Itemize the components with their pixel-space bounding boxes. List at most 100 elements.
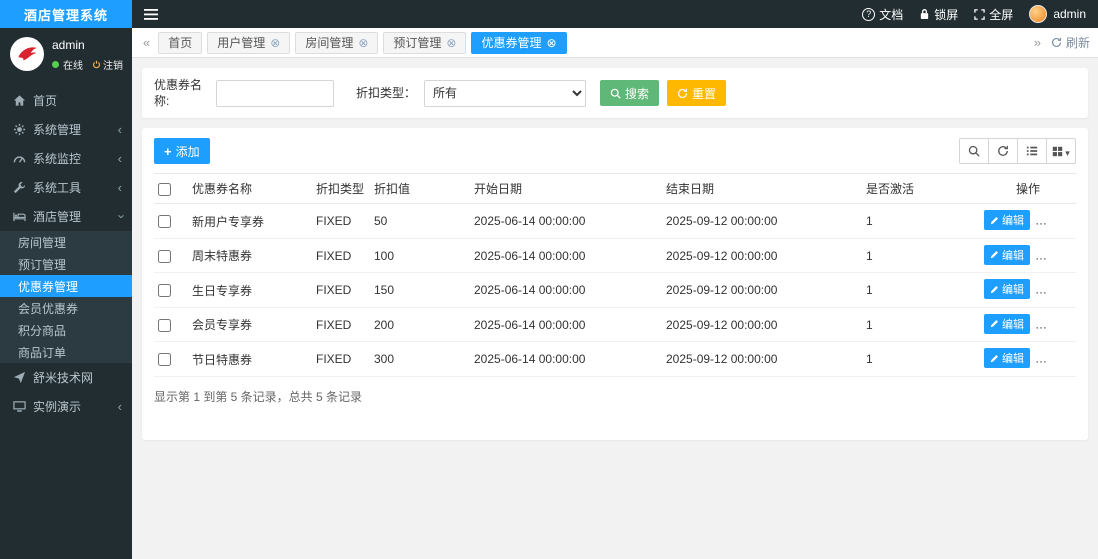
edit-button[interactable]: 编辑 [984,348,1030,369]
tab-room-management[interactable]: 房间管理 [295,31,379,54]
menu-label: 优惠券管理 [18,279,79,294]
sidebar-item-product-orders[interactable]: 商品订单 [0,341,132,363]
search-icon [968,146,980,157]
table-row: 周末特惠券 FIXED 100 2025-06-14 00:00:00 2025… [154,238,1076,274]
tab-close-icon[interactable] [358,37,368,49]
docs-label: 文档 [879,7,904,22]
sidebar-item-demo[interactable]: 实例演示 [0,392,132,421]
edit-button[interactable]: 编辑 [984,244,1030,265]
search-label: 搜索 [625,86,650,101]
tab-refresh-button[interactable]: 刷新 [1051,34,1090,51]
tab-home[interactable]: 首页 [158,31,203,54]
menu-label: 首页 [33,94,58,108]
tab-label: 预订管理 [393,36,442,50]
coupon-name-input[interactable] [216,79,334,107]
sidebar-item-system-tools[interactable]: 系统工具 [0,173,132,202]
sidebar-item-system-management[interactable]: 系统管理 [0,115,132,144]
edit-button[interactable]: 编辑 [984,210,1030,231]
cell-end-date: 2025-09-12 00:00:00 [662,307,862,343]
sidebar-item-reservation-management[interactable]: 预订管理 [0,253,132,275]
tab-coupon-management[interactable]: 优惠券管理 [471,31,567,54]
chevron-left-icon [118,181,122,194]
home-icon [12,94,26,107]
chevron-left-icon [118,400,122,413]
plus-icon [164,144,172,159]
delete-label: 删除 [1050,216,1073,229]
user-name: admin [52,38,85,52]
row-checkbox[interactable] [158,284,171,298]
coupon-table: 优惠券名称 折扣类型 折扣值 开始日期 结束日期 是否激活 操作 新用户专享券 [154,173,1076,377]
cell-end-date: 2025-09-12 00:00:00 [662,272,862,308]
main-area: 文档 锁屏 全屏 admin [132,0,1098,559]
hotel-submenu: 房间管理 预订管理 优惠券管理 会员优惠券 积分商品 商品订单 [0,231,132,363]
sidebar-item-member-coupons[interactable]: 会员优惠券 [0,297,132,319]
sidebar: 酒店管理系统 admin 在线 注销 首页 系统管理 ‹ 系统监控 ‹ 系统工具… [0,0,132,559]
fullscreen-label: 全屏 [989,7,1014,22]
docs-link[interactable]: 文档 [862,6,903,23]
sidebar-item-shumi-tech[interactable]: 舒米技术网 [0,363,132,392]
table-columns-button[interactable] [1046,138,1076,165]
tab-user-management[interactable]: 用户管理 [207,31,291,54]
sidebar-item-coupon-management[interactable]: 优惠券管理 [0,275,132,297]
table-row: 生日专享券 FIXED 150 2025-06-14 00:00:00 2025… [154,272,1076,308]
user-menu[interactable]: admin [1029,5,1086,23]
reset-button[interactable]: 重置 [667,80,727,107]
tab-label: 首页 [168,36,193,50]
cell-active: 1 [862,341,980,377]
tab-close-icon[interactable] [270,37,280,49]
edit-button[interactable]: 编辑 [984,313,1030,334]
table-refresh-button[interactable] [988,138,1018,165]
tab-label: 优惠券管理 [481,36,542,50]
table-search-toggle-button[interactable] [959,138,989,165]
username: admin [1053,7,1086,21]
menu-label: 系统监控 [33,152,82,166]
cell-start-date: 2025-06-14 00:00:00 [470,272,662,308]
lock-screen-link[interactable]: 锁屏 [919,6,958,23]
discount-type-select[interactable]: 所有 [424,79,587,107]
lock-icon [921,9,929,20]
sidebar-item-points-products[interactable]: 积分商品 [0,319,132,341]
user-avatar-small [1029,5,1048,23]
menu-label: 商品订单 [18,345,67,360]
edit-button[interactable]: 编辑 [984,279,1030,300]
chevron-left-icon [118,123,122,136]
fullscreen-link[interactable]: 全屏 [974,6,1013,23]
sidebar-item-system-monitor[interactable]: 系统监控 [0,144,132,173]
cell-end-date: 2025-09-12 00:00:00 [662,341,862,377]
logout-label: 注销 [103,61,123,72]
pencil-icon [990,251,998,259]
hotel-icon [12,210,26,223]
topbar-right: 文档 锁屏 全屏 admin [862,5,1086,23]
logout-link[interactable]: 注销 [92,57,123,72]
sidebar-item-home[interactable]: 首页 [0,86,132,115]
add-button[interactable]: 添加 [154,138,210,165]
column-header: 开始日期 [470,173,662,205]
delete-label: 删除 [1050,320,1073,333]
app-title: 酒店管理系统 [0,0,132,28]
sidebar-item-room-management[interactable]: 房间管理 [0,231,132,253]
row-checkbox[interactable] [158,353,171,367]
search-icon [610,88,621,99]
discount-type-label: 折扣类型： [356,86,417,101]
tabs-scroll-right-icon[interactable] [1031,35,1044,50]
row-checkbox[interactable] [158,215,171,229]
refresh-icon [998,146,1008,157]
grid-icon [1053,146,1063,157]
edit-label: 编辑 [1002,318,1024,331]
select-all-checkbox[interactable] [158,183,171,197]
tab-reservation-management[interactable]: 预订管理 [383,31,467,54]
search-button[interactable]: 搜索 [600,80,660,107]
tab-close-icon[interactable] [446,37,456,49]
cell-discount-value: 300 [370,341,470,377]
hamburger-icon[interactable] [144,8,158,20]
row-checkbox[interactable] [158,249,171,263]
user-avatar [10,37,44,71]
sidebar-item-hotel-management[interactable]: 酒店管理 [0,202,132,231]
table-toggle-view-button[interactable] [1017,138,1047,165]
row-checkbox[interactable] [158,318,171,332]
tabs-scroll-left-icon[interactable] [140,35,153,50]
paper-plane-icon [12,371,26,384]
chevron-down-icon [118,210,122,223]
tab-close-icon[interactable] [547,37,557,49]
menu-label: 系统工具 [33,181,82,195]
